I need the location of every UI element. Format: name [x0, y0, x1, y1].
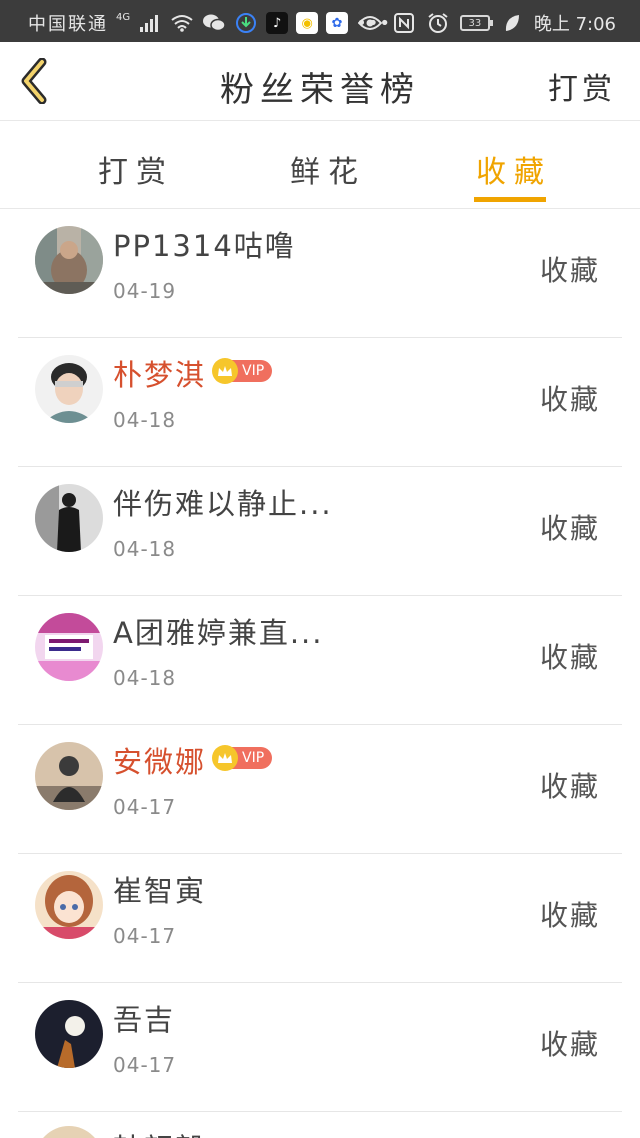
- user-name: 安微娜: [113, 745, 207, 779]
- collect-label: 收藏: [539, 770, 600, 803]
- nav-header: 粉丝荣誉榜 打赏: [0, 42, 640, 121]
- fan-list: PP1314咕噜 04-19 收藏 朴梦淇 VIP 04-18 收藏 伴伤难以静…: [0, 209, 640, 1138]
- status-bar: 中国联通 4G ♪ ◉ ✿ ••• 33 晚上 7:06: [0, 0, 640, 42]
- collect-label: 收藏: [539, 899, 600, 932]
- nfc-icon: [392, 12, 416, 34]
- item-date: 04-18: [113, 408, 177, 432]
- item-date: 04-18: [113, 537, 177, 561]
- screen: 中国联通 4G ♪ ◉ ✿ ••• 33 晚上 7:06 粉丝荣誉榜 打赏 打赏…: [0, 0, 640, 1138]
- item-date: 04-19: [113, 279, 177, 303]
- network-label: 4G: [116, 11, 131, 23]
- list-item[interactable]: PP1314咕噜 04-19 收藏: [18, 209, 622, 338]
- signal-icon: [138, 12, 162, 34]
- list-item[interactable]: 崔智寅 04-17 收藏: [18, 854, 622, 983]
- user-name: A团雅婷兼直...: [113, 616, 324, 650]
- tab-collect[interactable]: 收藏: [476, 147, 552, 191]
- avatar[interactable]: [35, 484, 103, 552]
- wifi-icon: [170, 12, 194, 34]
- item-date: 04-17: [113, 795, 177, 819]
- tab-reward[interactable]: 打赏: [98, 147, 174, 191]
- vip-label: VIP: [242, 363, 265, 379]
- collect-label: 收藏: [539, 254, 600, 287]
- status-left: 中国联通 4G ♪ ◉ ✿ •••: [28, 10, 391, 36]
- avatar[interactable]: [35, 1000, 103, 1068]
- tab-flowers[interactable]: 鲜花: [290, 147, 366, 191]
- wechat-icon: [202, 12, 226, 34]
- item-date: 04-17: [113, 924, 177, 948]
- vip-label: VIP: [242, 750, 265, 766]
- avatar[interactable]: [35, 226, 103, 294]
- battery-icon: 33: [459, 15, 493, 31]
- avatar[interactable]: [35, 355, 103, 423]
- list-item[interactable]: 韩韶毅: [18, 1112, 622, 1138]
- eye-icon: [357, 12, 382, 34]
- user-name: PP1314咕噜: [113, 229, 296, 263]
- item-date: 04-18: [113, 666, 177, 690]
- avatar[interactable]: [35, 1126, 103, 1138]
- baidu-icon: ✿: [326, 12, 349, 34]
- avatar[interactable]: [35, 742, 103, 810]
- battery-level: 33: [468, 17, 482, 29]
- user-name: 崔智寅: [113, 874, 207, 908]
- avatar[interactable]: [35, 613, 103, 681]
- vip-badge: VIP: [212, 358, 273, 384]
- list-item[interactable]: 安微娜 VIP 04-17 收藏: [18, 725, 622, 854]
- collect-label: 收藏: [539, 383, 600, 416]
- reward-button[interactable]: 打赏: [548, 64, 616, 108]
- avatar[interactable]: [35, 871, 103, 939]
- page-title: 粉丝荣誉榜: [220, 70, 420, 110]
- leaf-icon: [500, 12, 524, 34]
- user-name: 朴梦淇: [113, 358, 207, 392]
- list-item[interactable]: 吾吉 04-17 收藏: [18, 983, 622, 1112]
- item-date: 04-17: [113, 1053, 177, 1077]
- crown-icon: [212, 745, 238, 771]
- carrier-label: 中国联通: [28, 14, 108, 35]
- list-item[interactable]: 伴伤难以静止... 04-18 收藏: [18, 467, 622, 596]
- user-name: 伴伤难以静止...: [113, 487, 333, 521]
- collect-label: 收藏: [539, 1028, 600, 1061]
- tab-bar: 打赏 鲜花 收藏: [0, 121, 640, 209]
- collect-label: 收藏: [539, 641, 600, 674]
- download-icon: [234, 12, 258, 34]
- vip-badge: VIP: [212, 745, 273, 771]
- user-name: 韩韶毅: [113, 1126, 206, 1138]
- user-name: 吾吉: [113, 1003, 176, 1037]
- qq-browser-icon: ◉: [296, 12, 319, 34]
- tab-active-indicator: [474, 197, 546, 202]
- clock-label: 晚上 7:06: [533, 14, 616, 35]
- list-item[interactable]: A团雅婷兼直... 04-18 收藏: [18, 596, 622, 725]
- crown-icon: [212, 358, 238, 384]
- list-item[interactable]: 朴梦淇 VIP 04-18 收藏: [18, 338, 622, 467]
- tiktok-icon: ♪: [266, 12, 289, 34]
- collect-label: 收藏: [539, 512, 600, 545]
- alarm-icon: [426, 12, 450, 34]
- status-right: 33 晚上 7:06: [357, 10, 616, 36]
